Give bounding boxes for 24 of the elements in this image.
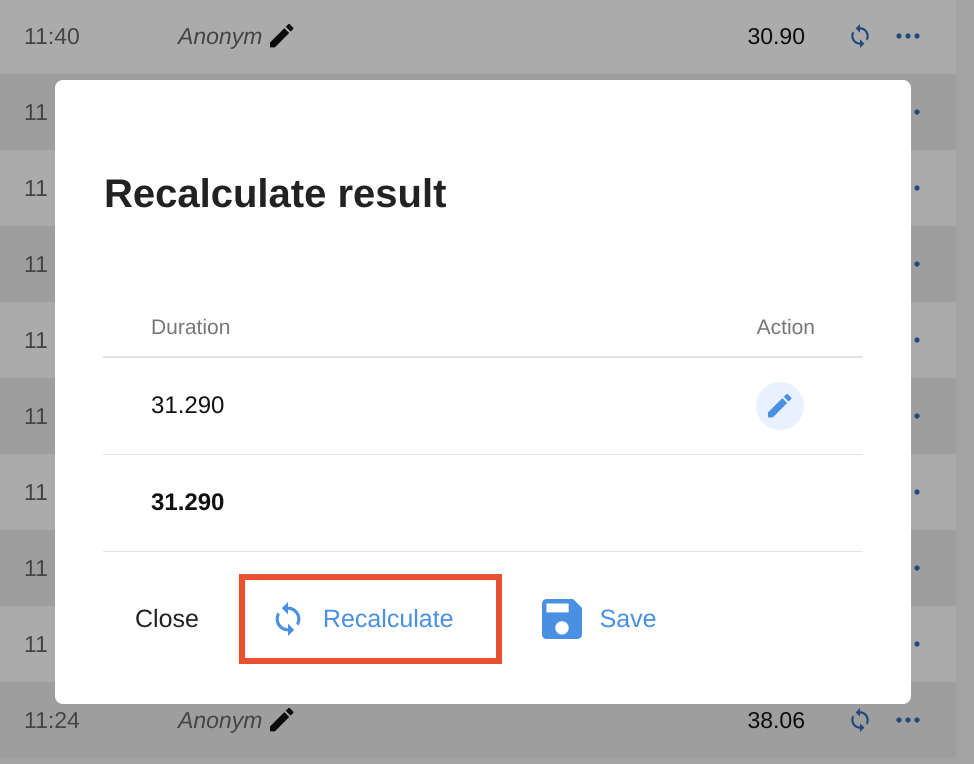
row-time: 11:40 (24, 22, 81, 50)
row-value: 30.90 (746, 22, 806, 50)
column-header: Duration (151, 316, 230, 340)
row-time: 11 (24, 98, 49, 126)
dialog-title: Recalculate result (104, 171, 448, 218)
pencil-icon (768, 394, 792, 418)
user-name: Anonym (178, 22, 262, 50)
save-button[interactable]: Save (510, 574, 689, 664)
edit-button[interactable] (756, 382, 804, 430)
row-value: 38.06 (746, 706, 806, 734)
recalculate-button[interactable]: Recalculate (238, 574, 502, 664)
row-time: 11 (24, 554, 49, 582)
user-name: Anonym (178, 706, 262, 734)
row-time: 11 (24, 630, 49, 658)
total-duration: 31.290 (151, 489, 224, 517)
pencil-icon (270, 24, 294, 48)
more-icon[interactable] (896, 33, 920, 39)
close-button[interactable]: Close (103, 574, 231, 664)
row-time: 11:24 (24, 706, 81, 734)
pencil-icon (270, 708, 294, 732)
more-icon[interactable] (896, 717, 920, 723)
row-time: 11 (24, 250, 49, 278)
column-header: Action (756, 316, 815, 340)
duration-cell: 31.290 (151, 392, 224, 420)
